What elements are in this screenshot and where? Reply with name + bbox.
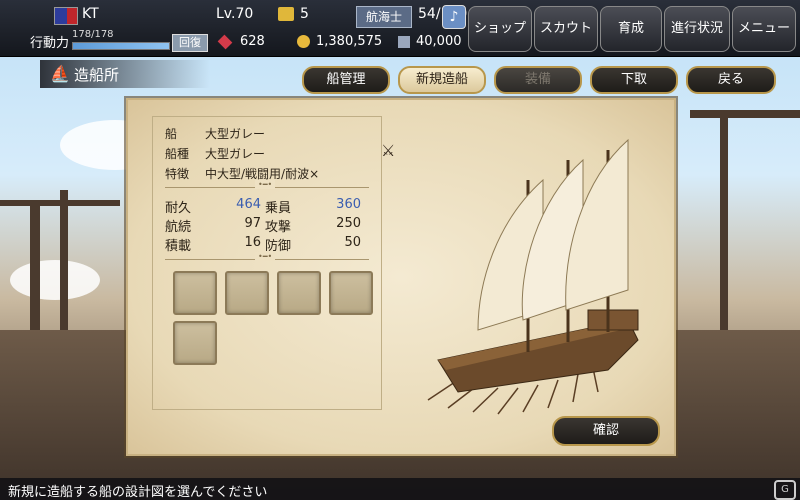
train-button[interactable]: 育成 [600,6,662,52]
divider [165,180,369,189]
rank-badge: 航海士 [356,6,412,28]
attack-stat: 攻撃 250 [265,216,361,235]
range-value: 97 [244,216,261,231]
ship-type: 大型ガレー [205,147,266,161]
player-name: KT [82,6,99,22]
durability-stat: 耐久 464 [165,197,261,216]
ap-label: 行動力 [30,36,70,51]
cargo-stat: 積載 16 [165,235,261,254]
ship-info-box: 船大型ガレー 船種大型ガレー 特徴中大型/戦闘用/耐波× ⚔ 耐久 464 乗員… [152,116,395,410]
attack-value: 250 [336,216,361,231]
range-label: 航続 [165,220,192,235]
ship-name: 大型ガレー [205,127,266,141]
flag-icon [54,7,78,25]
gem-count: 628 [240,34,265,49]
cargo-value: 16 [244,235,261,250]
range-stat: 航続 97 [165,216,261,235]
back-button[interactable]: 戻る [686,66,776,94]
coin-count: 1,380,575 [316,34,383,49]
shop-button[interactable]: ショップ [468,6,532,52]
equipment-slot[interactable] [173,271,217,315]
material-count: 40,000 [416,34,462,49]
tab-ship-manage[interactable]: 船管理 [302,66,390,94]
attack-label: 攻撃 [265,220,292,235]
ship-key: 船 [165,127,178,141]
ship-feature: 中大型/戦闘用/耐波× [205,167,320,181]
music-icon[interactable]: ♪ [442,5,466,29]
crew-value: 360 [336,197,361,212]
instruction-message: 新規に造船する船の設計図を選んでください [8,485,268,500]
ap-value: 178/178 [72,29,114,40]
durability-value: 464 [236,197,261,212]
menu-button[interactable]: メニュー [732,6,796,52]
cloud [10,260,100,300]
dock-beam [0,200,120,206]
tab-sell[interactable]: 下取 [590,66,678,94]
ap-bar-fill [73,43,169,49]
ship-feature-row: 特徴 中大型/戦闘用/耐波× [165,165,319,182]
equipment-slot[interactable] [173,321,217,365]
equipment-slot[interactable] [225,271,269,315]
galley-ship-image [427,138,639,415]
defense-value: 50 [344,235,361,250]
equipment-slot[interactable] [329,271,373,315]
ticket-count: 5 [300,6,309,22]
durability-label: 耐久 [165,201,192,216]
recover-button[interactable]: 回復 [172,34,208,52]
divider [165,252,369,261]
scout-button[interactable]: スカウト [534,6,598,52]
confirm-button[interactable]: 確認 [552,416,660,446]
crossed-swords-icon: ⚔ [381,141,396,160]
dock-beam [690,110,800,118]
type-key: 船種 [165,147,190,161]
tab-equip[interactable]: 装備 [494,66,582,94]
cargo-label: 積載 [165,239,192,254]
ship-icon: ⛵ [50,64,70,83]
ship-panel: 船大型ガレー 船種大型ガレー 特徴中大型/戦闘用/耐波× ⚔ 耐久 464 乗員… [126,98,676,456]
crew-stat: 乗員 360 [265,197,361,216]
coin-icon [297,35,310,48]
progress-button[interactable]: 進行状況 [664,6,730,52]
ticket-icon [278,7,294,21]
crew-label: 乗員 [265,201,292,216]
equipment-slot[interactable] [277,271,321,315]
feature-key: 特徴 [165,167,190,181]
tab-new-build[interactable]: 新規造船 [398,66,486,94]
ship-type-row: 船種 大型ガレー [165,145,265,162]
player-level: Lv.70 [216,6,254,22]
material-icon [398,36,410,48]
watermark-logo: G [774,480,796,500]
ship-name-row: 船 大型ガレー [165,125,265,142]
page-title: 造船所 [74,66,120,84]
ap-bar [72,42,170,50]
